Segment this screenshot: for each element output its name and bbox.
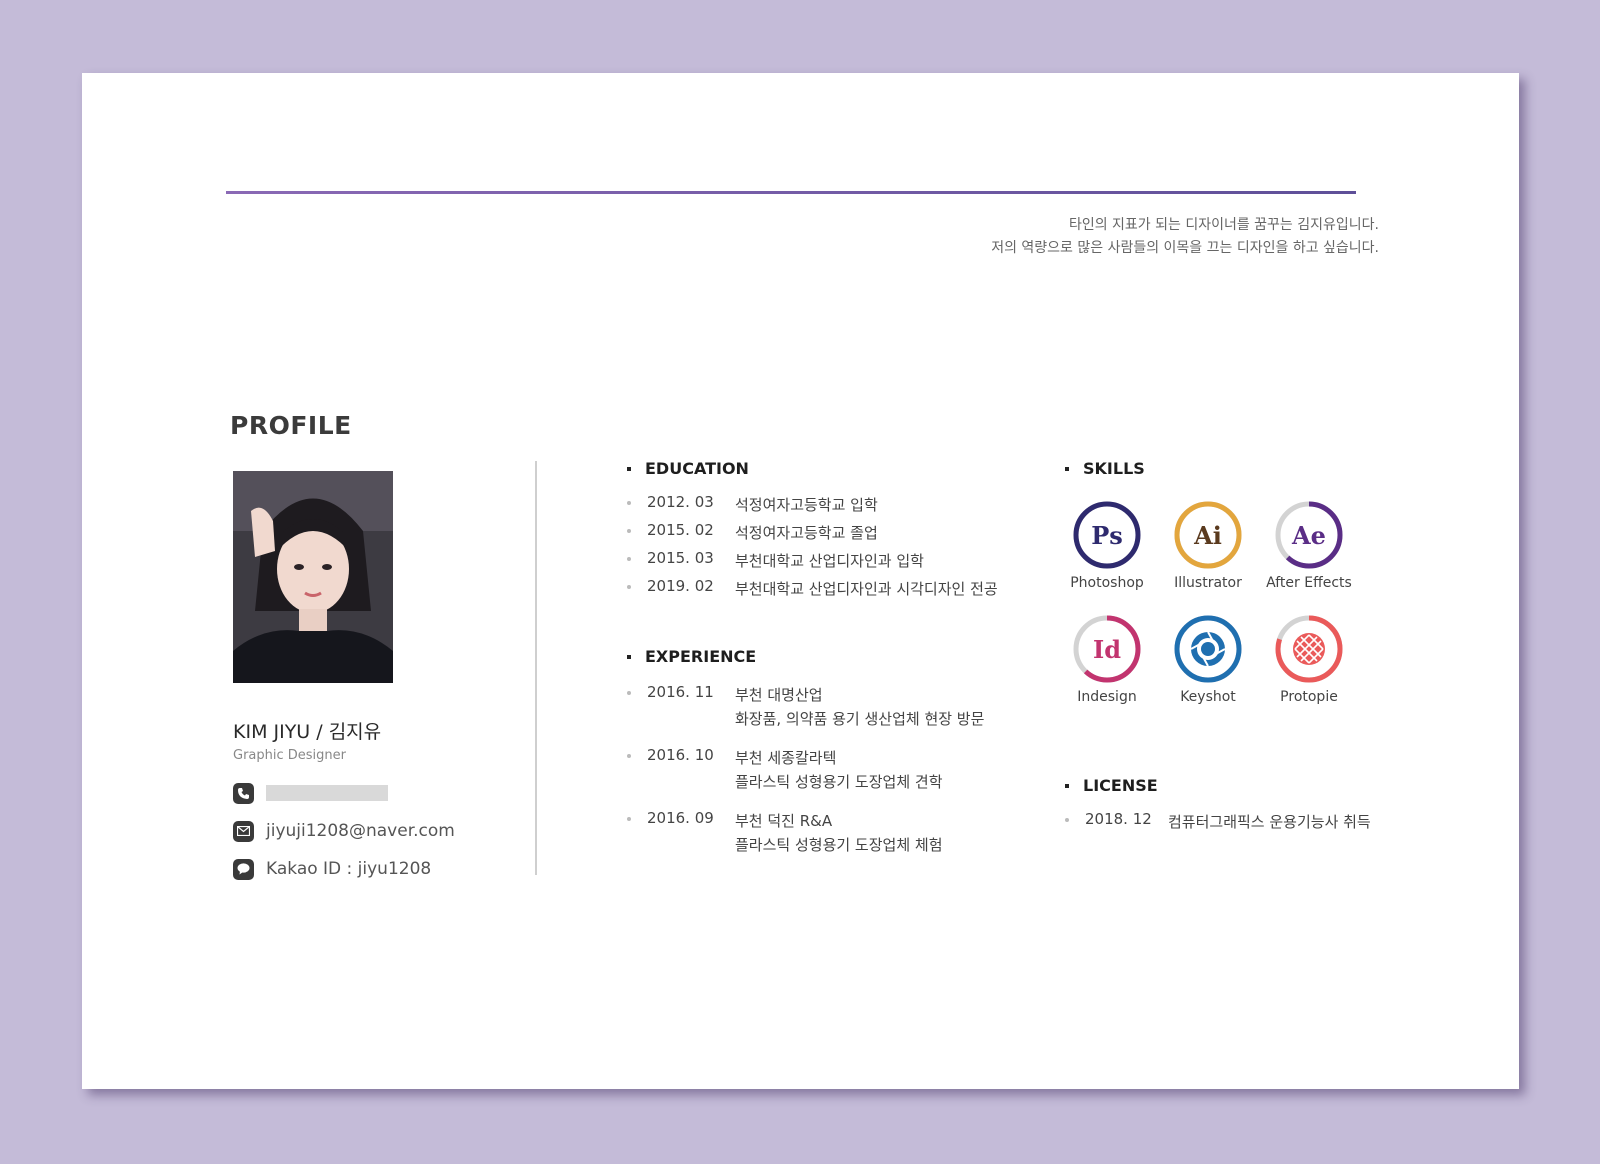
- skills-title-text: SKILLS: [1083, 459, 1145, 478]
- bullet-dot: [627, 585, 631, 589]
- after-effects-icon: Ae: [1275, 501, 1343, 569]
- experience-title-text: EXPERIENCE: [645, 647, 757, 666]
- experience-detail: 화장품, 의약품 용기 생산업체 현장 방문: [735, 710, 985, 728]
- skill-illustrator: Ai Illustrator: [1158, 501, 1258, 591]
- education-date: 2015. 03: [647, 549, 714, 567]
- bullet-dot: [627, 754, 631, 758]
- education-text: 부천대학교 산업디자인과 입학: [735, 552, 924, 570]
- svg-text:Ps: Ps: [1091, 521, 1123, 550]
- person-role: Graphic Designer: [233, 748, 346, 763]
- education-text: 석정여자고등학교 입학: [735, 496, 878, 514]
- skill-protopie: Protopie: [1259, 615, 1359, 705]
- skill-label: Photoshop: [1070, 575, 1144, 591]
- education-title-text: EDUCATION: [645, 459, 749, 478]
- keyshot-icon: [1174, 615, 1242, 683]
- contact-phone: [233, 782, 388, 804]
- experience-detail: 플라스틱 성형용기 도장업체 견학: [735, 773, 943, 791]
- experience-date: 2016. 09: [647, 809, 714, 827]
- education-text: 석정여자고등학교 졸업: [735, 524, 878, 542]
- profile-photo: [233, 471, 393, 683]
- skill-label: Illustrator: [1174, 575, 1242, 591]
- skill-after-effects: Ae After Effects: [1259, 501, 1359, 591]
- skill-photoshop: Ps Photoshop: [1057, 501, 1157, 591]
- svg-text:Ae: Ae: [1291, 521, 1326, 550]
- experience-date: 2016. 11: [647, 683, 714, 701]
- bullet-square: [1065, 466, 1069, 471]
- education-date: 2012. 03: [647, 493, 714, 511]
- contact-email[interactable]: jiyuji1208@naver.com: [233, 820, 455, 842]
- experience-text: 부천 대명산업 화장품, 의약품 용기 생산업체 현장 방문: [735, 683, 984, 731]
- intro-line-1: 타인의 지표가 되는 디자이너를 꿈꾸는 김지유입니다.: [1068, 217, 1379, 233]
- phone-icon: [233, 782, 254, 804]
- experience-title: EXPERIENCE: [627, 647, 756, 666]
- experience-company: 부천 세종칼라텍: [735, 749, 837, 767]
- bullet-dot: [627, 557, 631, 561]
- bullet-dot: [1065, 818, 1069, 822]
- svg-text:Id: Id: [1093, 635, 1121, 664]
- kakao-id: Kakao ID : jiyu1208: [266, 859, 432, 879]
- bullet-square: [1065, 783, 1069, 788]
- bullet-dot: [627, 817, 631, 821]
- bullet-square: [627, 654, 631, 659]
- skill-keyshot: Keyshot: [1158, 615, 1258, 705]
- experience-text: 부천 덕진 R&A 플라스틱 성형용기 도장업체 체험: [735, 809, 943, 857]
- column-divider: [535, 461, 537, 875]
- person-name: KIM JIYU / 김지유: [233, 721, 382, 743]
- skill-label: Protopie: [1280, 689, 1338, 705]
- license-text: 컴퓨터그래픽스 운용기능사 취득: [1168, 813, 1371, 831]
- license-date: 2018. 12: [1085, 810, 1152, 828]
- skills-title: SKILLS: [1065, 459, 1145, 478]
- license-title: LICENSE: [1065, 776, 1158, 795]
- contact-kakao: Kakao ID : jiyu1208: [233, 858, 431, 880]
- education-date: 2019. 02: [647, 577, 714, 595]
- phone-number-redacted: [266, 785, 388, 801]
- svg-text:Ai: Ai: [1193, 521, 1222, 550]
- experience-date: 2016. 10: [647, 746, 714, 764]
- resume-page: 타인의 지표가 되는 디자이너를 꿈꾸는 김지유입니다. 저의 역량으로 많은 …: [82, 73, 1519, 1089]
- chat-icon: [233, 858, 254, 880]
- skill-indesign: Id Indesign: [1057, 615, 1157, 705]
- bullet-dot: [627, 529, 631, 533]
- license-title-text: LICENSE: [1083, 776, 1158, 795]
- experience-text: 부천 세종칼라텍 플라스틱 성형용기 도장업체 견학: [735, 746, 943, 794]
- experience-detail: 플라스틱 성형용기 도장업체 체험: [735, 836, 943, 854]
- bullet-dot: [627, 501, 631, 505]
- experience-company: 부천 덕진 R&A: [735, 812, 833, 830]
- profile-heading: PROFILE: [230, 411, 352, 440]
- intro-text: 타인의 지표가 되는 디자이너를 꿈꾸는 김지유입니다. 저의 역량으로 많은 …: [991, 214, 1379, 260]
- indesign-icon: Id: [1073, 615, 1141, 683]
- top-accent-rule: [226, 191, 1356, 194]
- photoshop-icon: Ps: [1073, 501, 1141, 569]
- protopie-icon: [1275, 615, 1343, 683]
- intro-line-2: 저의 역량으로 많은 사람들의 이목을 끄는 디자인을 하고 싶습니다.: [991, 240, 1379, 256]
- experience-company: 부천 대명산업: [735, 686, 823, 704]
- illustrator-icon: Ai: [1174, 501, 1242, 569]
- bullet-dot: [627, 691, 631, 695]
- skill-label: Indesign: [1077, 689, 1137, 705]
- email-address[interactable]: jiyuji1208@naver.com: [266, 821, 455, 841]
- education-text: 부천대학교 산업디자인과 시각디자인 전공: [735, 580, 998, 598]
- mail-icon: [233, 820, 254, 842]
- skill-label: After Effects: [1266, 575, 1352, 591]
- education-title: EDUCATION: [627, 459, 749, 478]
- skill-label: Keyshot: [1180, 689, 1236, 705]
- education-date: 2015. 02: [647, 521, 714, 539]
- bullet-square: [627, 466, 631, 471]
